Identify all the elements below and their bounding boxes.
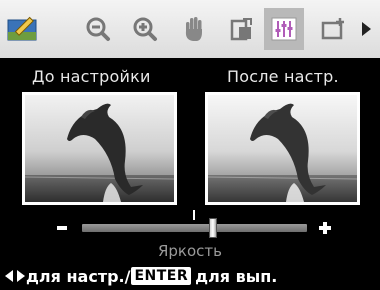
zoom-in-icon [133,17,157,41]
after-preview-image [205,92,360,205]
hand-pan-icon [185,17,202,41]
frame-button[interactable] [314,8,354,50]
scroll-right-arrow-icon [362,22,371,36]
slider-center-tick [193,210,195,220]
zoom-out-icon [86,17,110,41]
brightness-slider-track[interactable] [82,224,307,232]
left-right-arrows-icon [4,269,26,283]
zoom-in-button[interactable] [125,8,165,50]
frame-icon [321,18,344,40]
adjust-hint-text: для настр./ [26,266,131,286]
rotate-icon [230,18,252,41]
adjust-button[interactable] [264,8,304,50]
adjust-icon [271,17,297,41]
enter-key-icon: ENTER [131,267,192,285]
execute-hint-text: для вып. [195,266,278,286]
edit-photo-icon [7,16,37,41]
before-preview-image [22,92,177,205]
scroll-right-button[interactable] [352,8,380,50]
before-label: До настройки [32,67,151,86]
edit-photo-button[interactable] [4,8,44,50]
toolbar [0,0,380,58]
decrease-icon[interactable] [57,226,67,230]
after-label: После настр. [227,67,339,86]
hand-pan-button[interactable] [174,8,214,50]
brightness-slider-thumb[interactable] [209,218,217,238]
footer-hint: для настр./ ENTER для вып. [0,262,380,290]
dolphin-photo-after [208,95,357,202]
increase-icon-vertical-bar [323,222,327,234]
rotate-button[interactable] [221,8,261,50]
brightness-label: Яркость [157,242,222,260]
zoom-out-button[interactable] [78,8,118,50]
dolphin-photo-before [25,95,174,202]
